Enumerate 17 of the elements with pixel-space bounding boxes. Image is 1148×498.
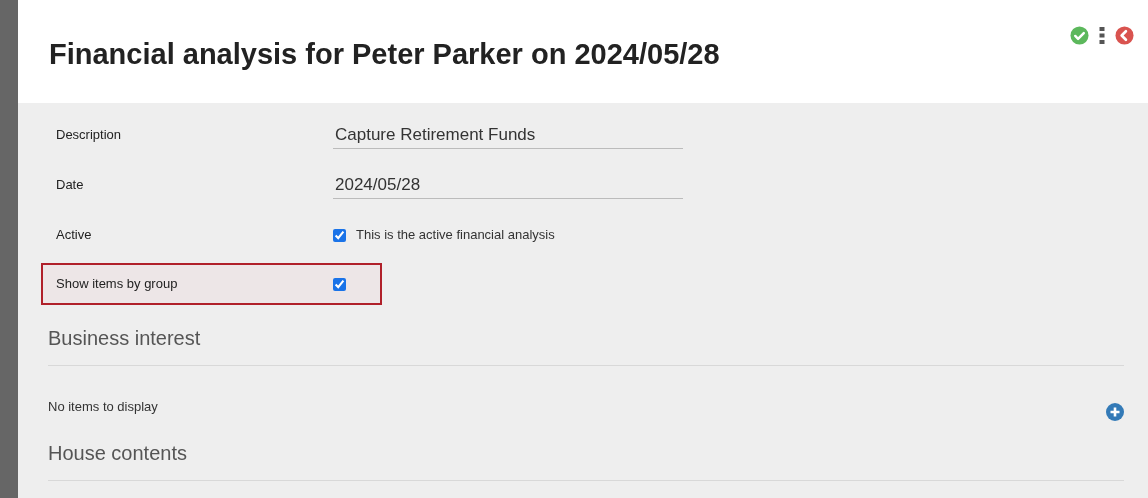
text-field[interactable]: 2024/05/28	[333, 171, 683, 199]
text-field[interactable]: Capture Retirement Funds	[333, 121, 683, 149]
add-icon[interactable]	[1106, 403, 1124, 421]
checkbox[interactable]	[333, 228, 346, 242]
field-label: Active	[55, 226, 93, 245]
field-label: Date	[55, 176, 85, 195]
checkbox-caption: This is the active financial analysis	[356, 226, 555, 245]
checkbox[interactable]	[333, 277, 346, 291]
section-heading: House contents	[48, 441, 188, 466]
back-icon[interactable]	[1115, 26, 1134, 45]
more-icon[interactable]	[1099, 27, 1105, 44]
check-icon[interactable]	[1070, 26, 1089, 45]
page-title: Financial analysis for Peter Parker on 2024/05/28	[49, 37, 720, 72]
empty-message: No items to display	[48, 398, 158, 416]
field-label: Description	[55, 126, 123, 145]
section-heading: Business interest	[48, 326, 202, 351]
field-label: Show items by group	[55, 275, 179, 294]
